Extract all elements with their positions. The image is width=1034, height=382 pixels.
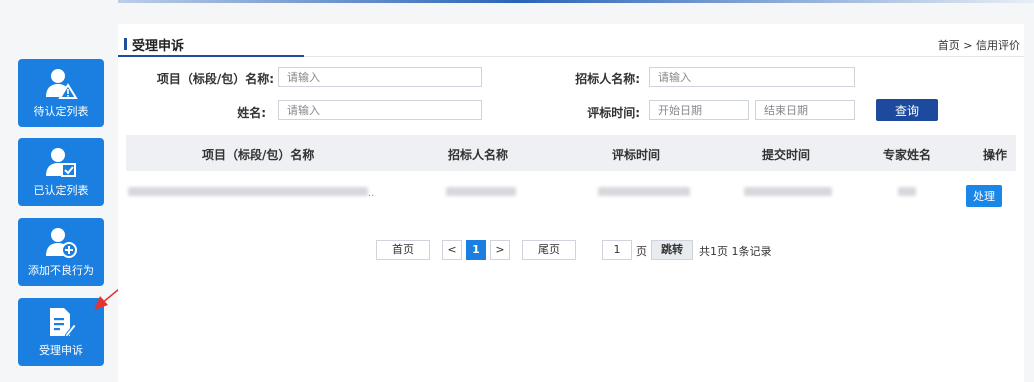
sidebar-item-confirmed-list[interactable]: 已认定列表 <box>18 138 104 206</box>
page-title: 受理申诉 <box>132 39 185 54</box>
prev-page-button[interactable]: < <box>442 240 462 260</box>
top-accent-line <box>0 0 1034 3</box>
end-date-input[interactable] <box>755 100 855 120</box>
page-number-input[interactable]: 1 <box>602 240 632 260</box>
sidebar-item-label: 受理申诉 <box>39 344 83 357</box>
user-check-icon <box>18 146 104 178</box>
column-header-review-time: 评标时间 <box>612 148 661 162</box>
page-button-current[interactable]: 1 <box>466 240 486 260</box>
page-unit-label: 页 <box>636 245 647 258</box>
title-marker <box>124 38 127 50</box>
column-header-tenderer: 招标人名称 <box>448 148 509 162</box>
column-header-submit-time: 提交时间 <box>762 148 811 162</box>
last-page-button[interactable]: 尾页 <box>522 240 576 260</box>
pagination-summary: 共1页 1条记录 <box>699 245 772 258</box>
redacted-review-time <box>598 187 690 196</box>
jump-button[interactable]: 跳转 <box>651 240 693 260</box>
name-label: 姓名: <box>237 106 266 120</box>
main-panel: 受理申诉 首页 > 信用评价 项目（标段/包）名称: 招标人名称: 姓名: 评标… <box>118 24 1024 382</box>
sidebar-item-label: 已认定列表 <box>33 184 89 197</box>
cell-ellipsis: .. <box>368 188 375 199</box>
breadcrumb[interactable]: 首页 > 信用评价 <box>938 37 1020 53</box>
column-header-expert-name: 专家姓名 <box>883 148 932 162</box>
redacted-tenderer-name <box>446 187 516 196</box>
start-date-input[interactable] <box>649 100 749 120</box>
sidebar-item-label: 待认定列表 <box>33 105 89 118</box>
next-page-button[interactable]: > <box>490 240 510 260</box>
column-header-action: 操作 <box>983 148 1008 162</box>
review-time-label: 评标时间: <box>587 106 640 120</box>
first-page-button[interactable]: 首页 <box>376 240 430 260</box>
query-button[interactable]: 查询 <box>876 99 938 121</box>
redacted-submit-time <box>744 187 832 196</box>
sidebar-item-pending-list[interactable]: 待认定列表 <box>18 59 104 127</box>
sidebar: 待认定列表 已认定列表 添加不良行为 受理申诉 <box>0 0 118 382</box>
project-name-label: 项目（标段/包）名称: <box>156 72 274 86</box>
process-button[interactable]: 处理 <box>966 185 1002 207</box>
table-header: 项目（标段/包）名称 招标人名称 评标时间 提交时间 专家姓名 操作 <box>126 135 1016 171</box>
redacted-project-name <box>128 187 368 196</box>
project-name-input[interactable] <box>278 67 482 87</box>
expert-name-input[interactable] <box>278 100 482 120</box>
title-underline <box>118 55 304 57</box>
tenderer-name-input[interactable] <box>649 67 855 87</box>
title-row: 受理申诉 首页 > 信用评价 <box>118 24 1024 57</box>
user-warning-icon <box>18 67 104 99</box>
tenderer-name-label: 招标人名称: <box>575 72 640 86</box>
column-header-project: 项目（标段/包）名称 <box>202 148 315 162</box>
redacted-expert-name <box>898 187 916 196</box>
